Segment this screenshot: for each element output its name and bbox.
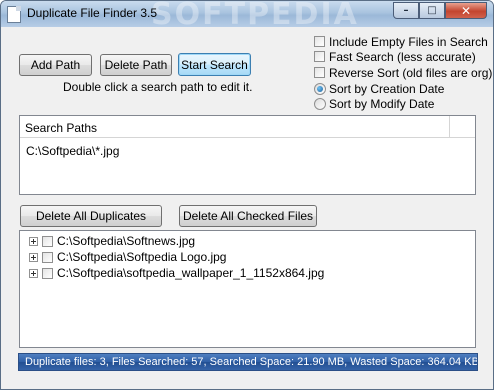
maximize-button[interactable]: □ <box>419 2 445 19</box>
maximize-icon: □ <box>427 5 437 16</box>
delete-checked-files-button[interactable]: Delete All Checked Files <box>179 205 317 227</box>
minimize-button[interactable]: – <box>393 2 419 19</box>
fast-search-option[interactable]: Fast Search (less accurate) <box>314 49 476 64</box>
sort-creation-label: Sort by Creation Date <box>329 81 445 96</box>
expand-plus-icon[interactable] <box>29 268 38 278</box>
window-title: Duplicate File Finder 3.5 <box>27 6 158 20</box>
add-path-button[interactable]: Add Path <box>19 54 92 76</box>
include-empty-label: Include Empty Files in Search <box>329 34 488 49</box>
include-empty-option[interactable]: Include Empty Files in Search <box>314 34 488 49</box>
search-paths-header-filler <box>450 116 475 138</box>
file-path: C:\Softpedia\softpedia_wallpaper_1_1152x… <box>57 266 325 280</box>
reverse-sort-label: Reverse Sort (old files are org) <box>329 65 493 80</box>
search-paths-list[interactable]: Search Paths C:\Softpedia\*.jpg <box>19 115 476 195</box>
edit-path-hint: Double click a search path to edit it. <box>63 80 253 94</box>
close-icon: ✕ <box>460 3 472 18</box>
sort-modify-option[interactable]: Sort by Modify Date <box>314 96 434 111</box>
reverse-sort-option[interactable]: Reverse Sort (old files are org) <box>314 65 492 80</box>
start-search-button[interactable]: Start Search <box>178 53 251 76</box>
file-checkbox[interactable] <box>42 235 53 247</box>
sort-modify-radio[interactable] <box>314 97 326 110</box>
watermark-logo: SOFTPEDIA <box>151 0 359 32</box>
file-checkbox[interactable] <box>42 267 53 279</box>
delete-path-button[interactable]: Delete Path <box>100 54 172 76</box>
app-window: SOFTPEDIA Duplicate File Finder 3.5 – □ … <box>0 0 494 390</box>
delete-all-duplicates-button[interactable]: Delete All Duplicates <box>20 205 162 227</box>
reverse-sort-checkbox[interactable] <box>314 67 325 78</box>
tree-row[interactable]: C:\Softpedia\Softnews.jpg <box>29 233 195 249</box>
fast-search-label: Fast Search (less accurate) <box>329 49 476 64</box>
tree-row[interactable]: C:\Softpedia\softpedia_wallpaper_1_1152x… <box>29 265 324 281</box>
fast-search-checkbox[interactable] <box>314 51 325 62</box>
sort-modify-label: Sort by Modify Date <box>329 96 435 111</box>
sort-creation-radio[interactable] <box>314 82 326 95</box>
title-bar[interactable]: SOFTPEDIA Duplicate File Finder 3.5 – □ … <box>1 1 493 32</box>
file-path: C:\Softpedia\Softpedia Logo.jpg <box>57 250 227 264</box>
close-button[interactable]: ✕ <box>445 2 487 19</box>
search-paths-header[interactable]: Search Paths <box>20 116 450 138</box>
status-bar: Duplicate files: 3, Files Searched: 57, … <box>18 353 478 371</box>
expand-plus-icon[interactable] <box>29 252 38 262</box>
file-checkbox[interactable] <box>42 251 53 263</box>
expand-plus-icon[interactable] <box>29 236 38 246</box>
tree-row[interactable]: C:\Softpedia\Softpedia Logo.jpg <box>29 249 226 265</box>
sort-creation-option[interactable]: Sort by Creation Date <box>314 81 444 96</box>
file-path: C:\Softpedia\Softnews.jpg <box>57 234 196 248</box>
minimize-icon: – <box>403 5 409 16</box>
search-path-item[interactable]: C:\Softpedia\*.jpg <box>26 144 119 158</box>
caption-buttons: – □ ✕ <box>393 2 487 20</box>
duplicates-tree[interactable]: C:\Softpedia\Softnews.jpg C:\Softpedia\S… <box>19 230 476 348</box>
include-empty-checkbox[interactable] <box>314 36 325 47</box>
app-document-icon <box>7 6 21 23</box>
